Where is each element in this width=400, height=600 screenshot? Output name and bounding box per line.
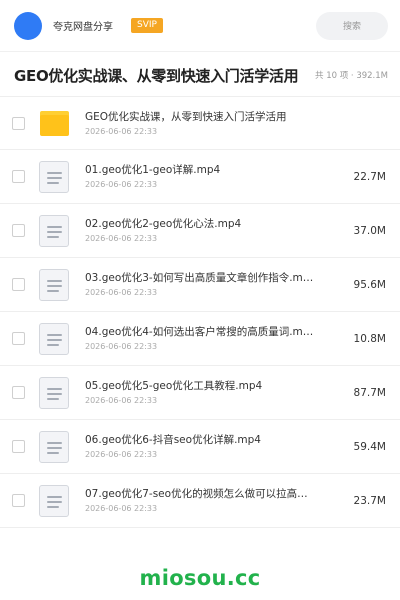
file-size: 87.7M [353,386,386,399]
select-checkbox[interactable] [12,278,25,291]
file-date: 2026-06-06 22:33 [85,342,158,351]
file-name: 04.geo优化4-如何选出客户常搜的高质量词.m… [85,326,314,338]
item-summary: 共 10 项 · 392.1M [315,71,388,81]
file-date: 2026-06-06 22:33 [85,126,158,136]
file-name: 07.geo优化7-seo优化的视频怎么做可以拉高… [85,488,308,500]
select-checkbox[interactable] [12,116,25,130]
share-header: GEO优化实战课、从零到快速入门活学活用 共 10 项 · 392.1M [0,52,400,98]
search-button-label: 搜索 [342,22,361,32]
folder-icon [39,107,69,139]
select-checkbox[interactable] [12,170,25,183]
file-icon [39,430,69,463]
select-checkbox[interactable] [12,386,25,399]
list-item[interactable]: 03.geo优化3-如何写出高质量文章创作指令.m… 2026-06-06 22… [0,258,400,312]
file-date: 2026-06-06 22:33 [85,288,158,297]
user-name: 夸克网盘分享 [53,22,113,33]
page-title: GEO优化实战课、从零到快速入门活学活用 [14,66,299,85]
list-item[interactable]: 06.geo优化6-抖音seo优化详解.mp4 2026-06-06 22:33… [0,420,400,474]
file-name: 03.geo优化3-如何写出高质量文章创作指令.m… [85,272,314,284]
file-name: 06.geo优化6-抖音seo优化详解.mp4 [85,434,261,446]
list-item[interactable]: 02.geo优化2-geo优化心法.mp4 2026-06-06 22:33 3… [0,204,400,258]
file-list: GEO优化实战课，从零到快速入门活学活用 2026-06-06 22:33 01… [0,96,400,528]
svip-badge: SVIP [131,18,163,33]
file-icon [39,376,69,409]
file-name: 02.geo优化2-geo优化心法.mp4 [85,218,242,230]
file-size: 95.6M [353,278,386,291]
file-icon [39,160,69,193]
avatar[interactable] [14,11,42,40]
file-name: GEO优化实战课，从零到快速入门活学活用 [85,110,287,123]
list-item[interactable]: 01.geo优化1-geo详解.mp4 2026-06-06 22:33 22.… [0,150,400,204]
file-date: 2026-06-06 22:33 [85,234,158,243]
file-name: 01.geo优化1-geo详解.mp4 [85,164,221,176]
list-item[interactable]: 05.geo优化5-geo优化工具教程.mp4 2026-06-06 22:33… [0,366,400,420]
file-icon [39,484,69,517]
file-name: 05.geo优化5-geo优化工具教程.mp4 [85,380,263,392]
file-size: 22.7M [353,170,386,183]
top-bar: 夸克网盘分享 SVIP 搜索 [0,0,400,52]
file-size: 23.7M [353,494,386,507]
file-date: 2026-06-06 22:33 [85,450,158,459]
list-item[interactable]: GEO优化实战课，从零到快速入门活学活用 2026-06-06 22:33 [0,96,400,150]
list-item[interactable]: 04.geo优化4-如何选出客户常搜的高质量词.m… 2026-06-06 22… [0,312,400,366]
file-date: 2026-06-06 22:33 [85,504,158,513]
file-size: 59.4M [353,440,386,453]
search-button[interactable]: 搜索 [316,11,388,40]
watermark-text: miosou.cc [139,566,261,590]
select-checkbox[interactable] [12,440,25,453]
file-icon [39,322,69,355]
select-checkbox[interactable] [12,224,25,237]
file-icon [39,214,69,247]
file-date: 2026-06-06 22:33 [85,180,158,189]
list-item[interactable]: 07.geo优化7-seo优化的视频怎么做可以拉高… 2026-06-06 22… [0,474,400,528]
file-icon [39,268,69,301]
file-size: 10.8M [353,332,386,345]
select-checkbox[interactable] [12,332,25,345]
file-date: 2026-06-06 22:33 [85,396,158,405]
file-size: 37.0M [353,224,386,237]
watermark-footer: miosou.cc [0,556,400,600]
select-checkbox[interactable] [12,494,25,507]
